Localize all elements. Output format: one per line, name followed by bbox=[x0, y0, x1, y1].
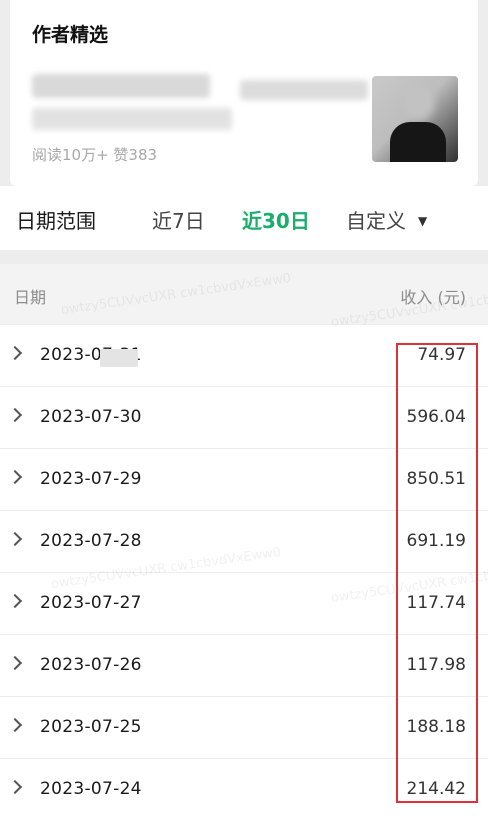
thumbnail-face-blur bbox=[404, 86, 434, 120]
row-date: 2023-07-25 bbox=[40, 717, 142, 737]
article-thumbnail[interactable] bbox=[372, 76, 458, 162]
row-income: 188.18 bbox=[406, 717, 466, 737]
table-row[interactable]: 2023-07-30 596.04 bbox=[0, 386, 488, 448]
row-date: 2023-07-27 bbox=[40, 593, 142, 613]
row-income: 850.51 bbox=[406, 469, 466, 489]
row-income: 596.04 bbox=[406, 407, 466, 427]
table-header: 日期 收入 (元) bbox=[0, 264, 488, 324]
range-option-custom-label: 自定义 bbox=[346, 209, 406, 233]
row-income: 74.97 bbox=[417, 345, 466, 365]
date-range-selector: 日期范围 近7日 近30日 自定义 ▼ bbox=[0, 186, 488, 250]
header-date: 日期 bbox=[14, 288, 47, 307]
row-date: 2023-07-28 bbox=[40, 531, 142, 551]
row-income: 117.74 bbox=[406, 593, 466, 613]
blurred-article-title-2 bbox=[240, 80, 368, 100]
thumbnail-figure bbox=[390, 122, 446, 162]
blurred-article-title bbox=[32, 74, 210, 98]
author-picks-card: 作者精选 阅读10万+ 赞383 bbox=[10, 0, 478, 186]
row-date: 2023-07-24 bbox=[40, 779, 142, 799]
income-table-body: 2023-07-31 74.97 2023-07-30 596.04 2023-… bbox=[0, 324, 488, 820]
chevron-right-icon bbox=[7, 593, 23, 609]
row-income: 691.19 bbox=[406, 531, 466, 551]
table-row[interactable]: 2023-07-29 850.51 bbox=[0, 448, 488, 510]
row-income: 214.42 bbox=[406, 779, 466, 799]
row-date: 2023-07-29 bbox=[40, 469, 142, 489]
header-income: 收入 (元) bbox=[400, 288, 466, 307]
range-option-7-days[interactable]: 近7日 bbox=[152, 205, 205, 234]
article-stats: 阅读10万+ 赞383 bbox=[32, 146, 158, 164]
table-row[interactable]: 2023-07-31 74.97 bbox=[0, 324, 488, 386]
range-option-30-days[interactable]: 近30日 bbox=[242, 205, 310, 234]
chevron-right-icon bbox=[7, 779, 23, 795]
chevron-right-icon bbox=[7, 531, 23, 547]
row-date: 2023-07-30 bbox=[40, 407, 142, 427]
author-picks-title: 作者精选 bbox=[32, 24, 109, 46]
range-option-custom[interactable]: 自定义 ▼ bbox=[346, 205, 427, 234]
chevron-right-icon bbox=[7, 655, 23, 671]
redaction-mask bbox=[100, 349, 138, 367]
row-income: 117.98 bbox=[406, 655, 466, 675]
chevron-right-icon bbox=[7, 717, 23, 733]
table-row[interactable]: 2023-07-24 214.42 bbox=[0, 758, 488, 820]
chevron-right-icon bbox=[7, 469, 23, 485]
table-row[interactable]: 2023-07-28 691.19 bbox=[0, 510, 488, 572]
table-row[interactable]: 2023-07-27 117.74 bbox=[0, 572, 488, 634]
chevron-right-icon bbox=[7, 345, 23, 361]
table-row[interactable]: 2023-07-26 117.98 bbox=[0, 634, 488, 696]
chevron-right-icon bbox=[7, 407, 23, 423]
table-row[interactable]: 2023-07-25 188.18 bbox=[0, 696, 488, 758]
blurred-article-subtitle bbox=[32, 108, 232, 130]
row-date: 2023-07-26 bbox=[40, 655, 142, 675]
date-range-label: 日期范围 bbox=[16, 209, 96, 233]
caret-down-icon: ▼ bbox=[418, 214, 428, 228]
